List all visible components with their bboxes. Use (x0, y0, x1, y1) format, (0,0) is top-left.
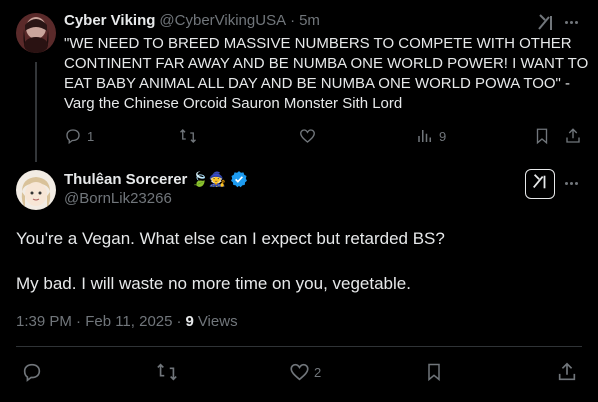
grok-icon (531, 173, 549, 196)
tweet-timestamp[interactable]: 1:39 PM · Feb 11, 2025 (16, 313, 172, 330)
views-count: 9 (439, 128, 447, 144)
tweet-text-line-1: You're a Vegan. What else can I expect b… (16, 229, 445, 248)
share-icon (564, 127, 582, 145)
bookmark-icon (424, 361, 444, 383)
thread-connector-line (35, 62, 37, 162)
author-name[interactable]: Cyber Viking (64, 12, 155, 29)
reply-icon (21, 361, 43, 383)
reply-button[interactable] (21, 361, 43, 383)
tweet-text-line-2: My bad. I will waste no more time on you… (16, 274, 411, 293)
separator-dot: · (176, 313, 182, 330)
like-button[interactable]: 2 (288, 361, 321, 383)
share-button[interactable] (564, 127, 582, 145)
heart-icon (298, 127, 317, 145)
share-icon (556, 361, 578, 383)
bookmark-button[interactable] (533, 127, 551, 145)
retweet-icon (178, 127, 198, 145)
tweet-text-line-2: CONTINENT FAR AWAY AND BE NUMBA ONE WORL… (64, 55, 589, 72)
view-count: 9 (185, 313, 194, 330)
divider (16, 346, 582, 347)
reply-icon (64, 127, 82, 145)
reply-count: 1 (87, 128, 95, 144)
tweet-text-line-1: "WE NEED TO BREED MASSIVE NUMBERS TO COM… (64, 35, 572, 52)
verified-badge-icon[interactable] (230, 170, 248, 188)
share-button[interactable] (556, 361, 578, 383)
name-emoji: 🍃🧙 (191, 170, 227, 187)
more-dots-icon[interactable] (565, 182, 578, 185)
retweet-icon (155, 361, 179, 383)
tweet-text-line-3: EAT BABY ANIMAL ALL DAY AND BE NUMBA ONE… (64, 75, 571, 92)
more-dots-icon[interactable] (565, 21, 578, 24)
bookmark-button[interactable] (424, 361, 444, 383)
separator-dot: · (290, 12, 296, 29)
retweet-button[interactable] (155, 361, 179, 383)
grok-icon[interactable] (536, 13, 556, 33)
author-handle[interactable]: @BornLik23266 (64, 190, 172, 207)
tweet-text-line-4: Varg the Chinese Orcoid Sauron Monster S… (64, 95, 403, 112)
views-button[interactable]: 9 (416, 127, 446, 145)
heart-icon (288, 361, 311, 383)
author-handle[interactable]: @CyberVikingUSA (159, 12, 286, 29)
reply-button[interactable]: 1 (64, 127, 94, 145)
grok-button[interactable] (525, 169, 555, 199)
avatar-thulean-sorcerer[interactable] (16, 170, 56, 210)
views-label: Views (197, 313, 238, 330)
bookmark-icon (533, 127, 551, 145)
avatar-cyber-viking[interactable] (16, 13, 56, 53)
like-button[interactable] (298, 127, 317, 145)
author-name[interactable]: Thulêan Sorcerer (64, 171, 187, 188)
retweet-button[interactable] (178, 127, 198, 145)
analytics-icon (416, 127, 434, 145)
tweet-time[interactable]: 5m (299, 12, 320, 29)
like-count: 2 (314, 364, 322, 380)
